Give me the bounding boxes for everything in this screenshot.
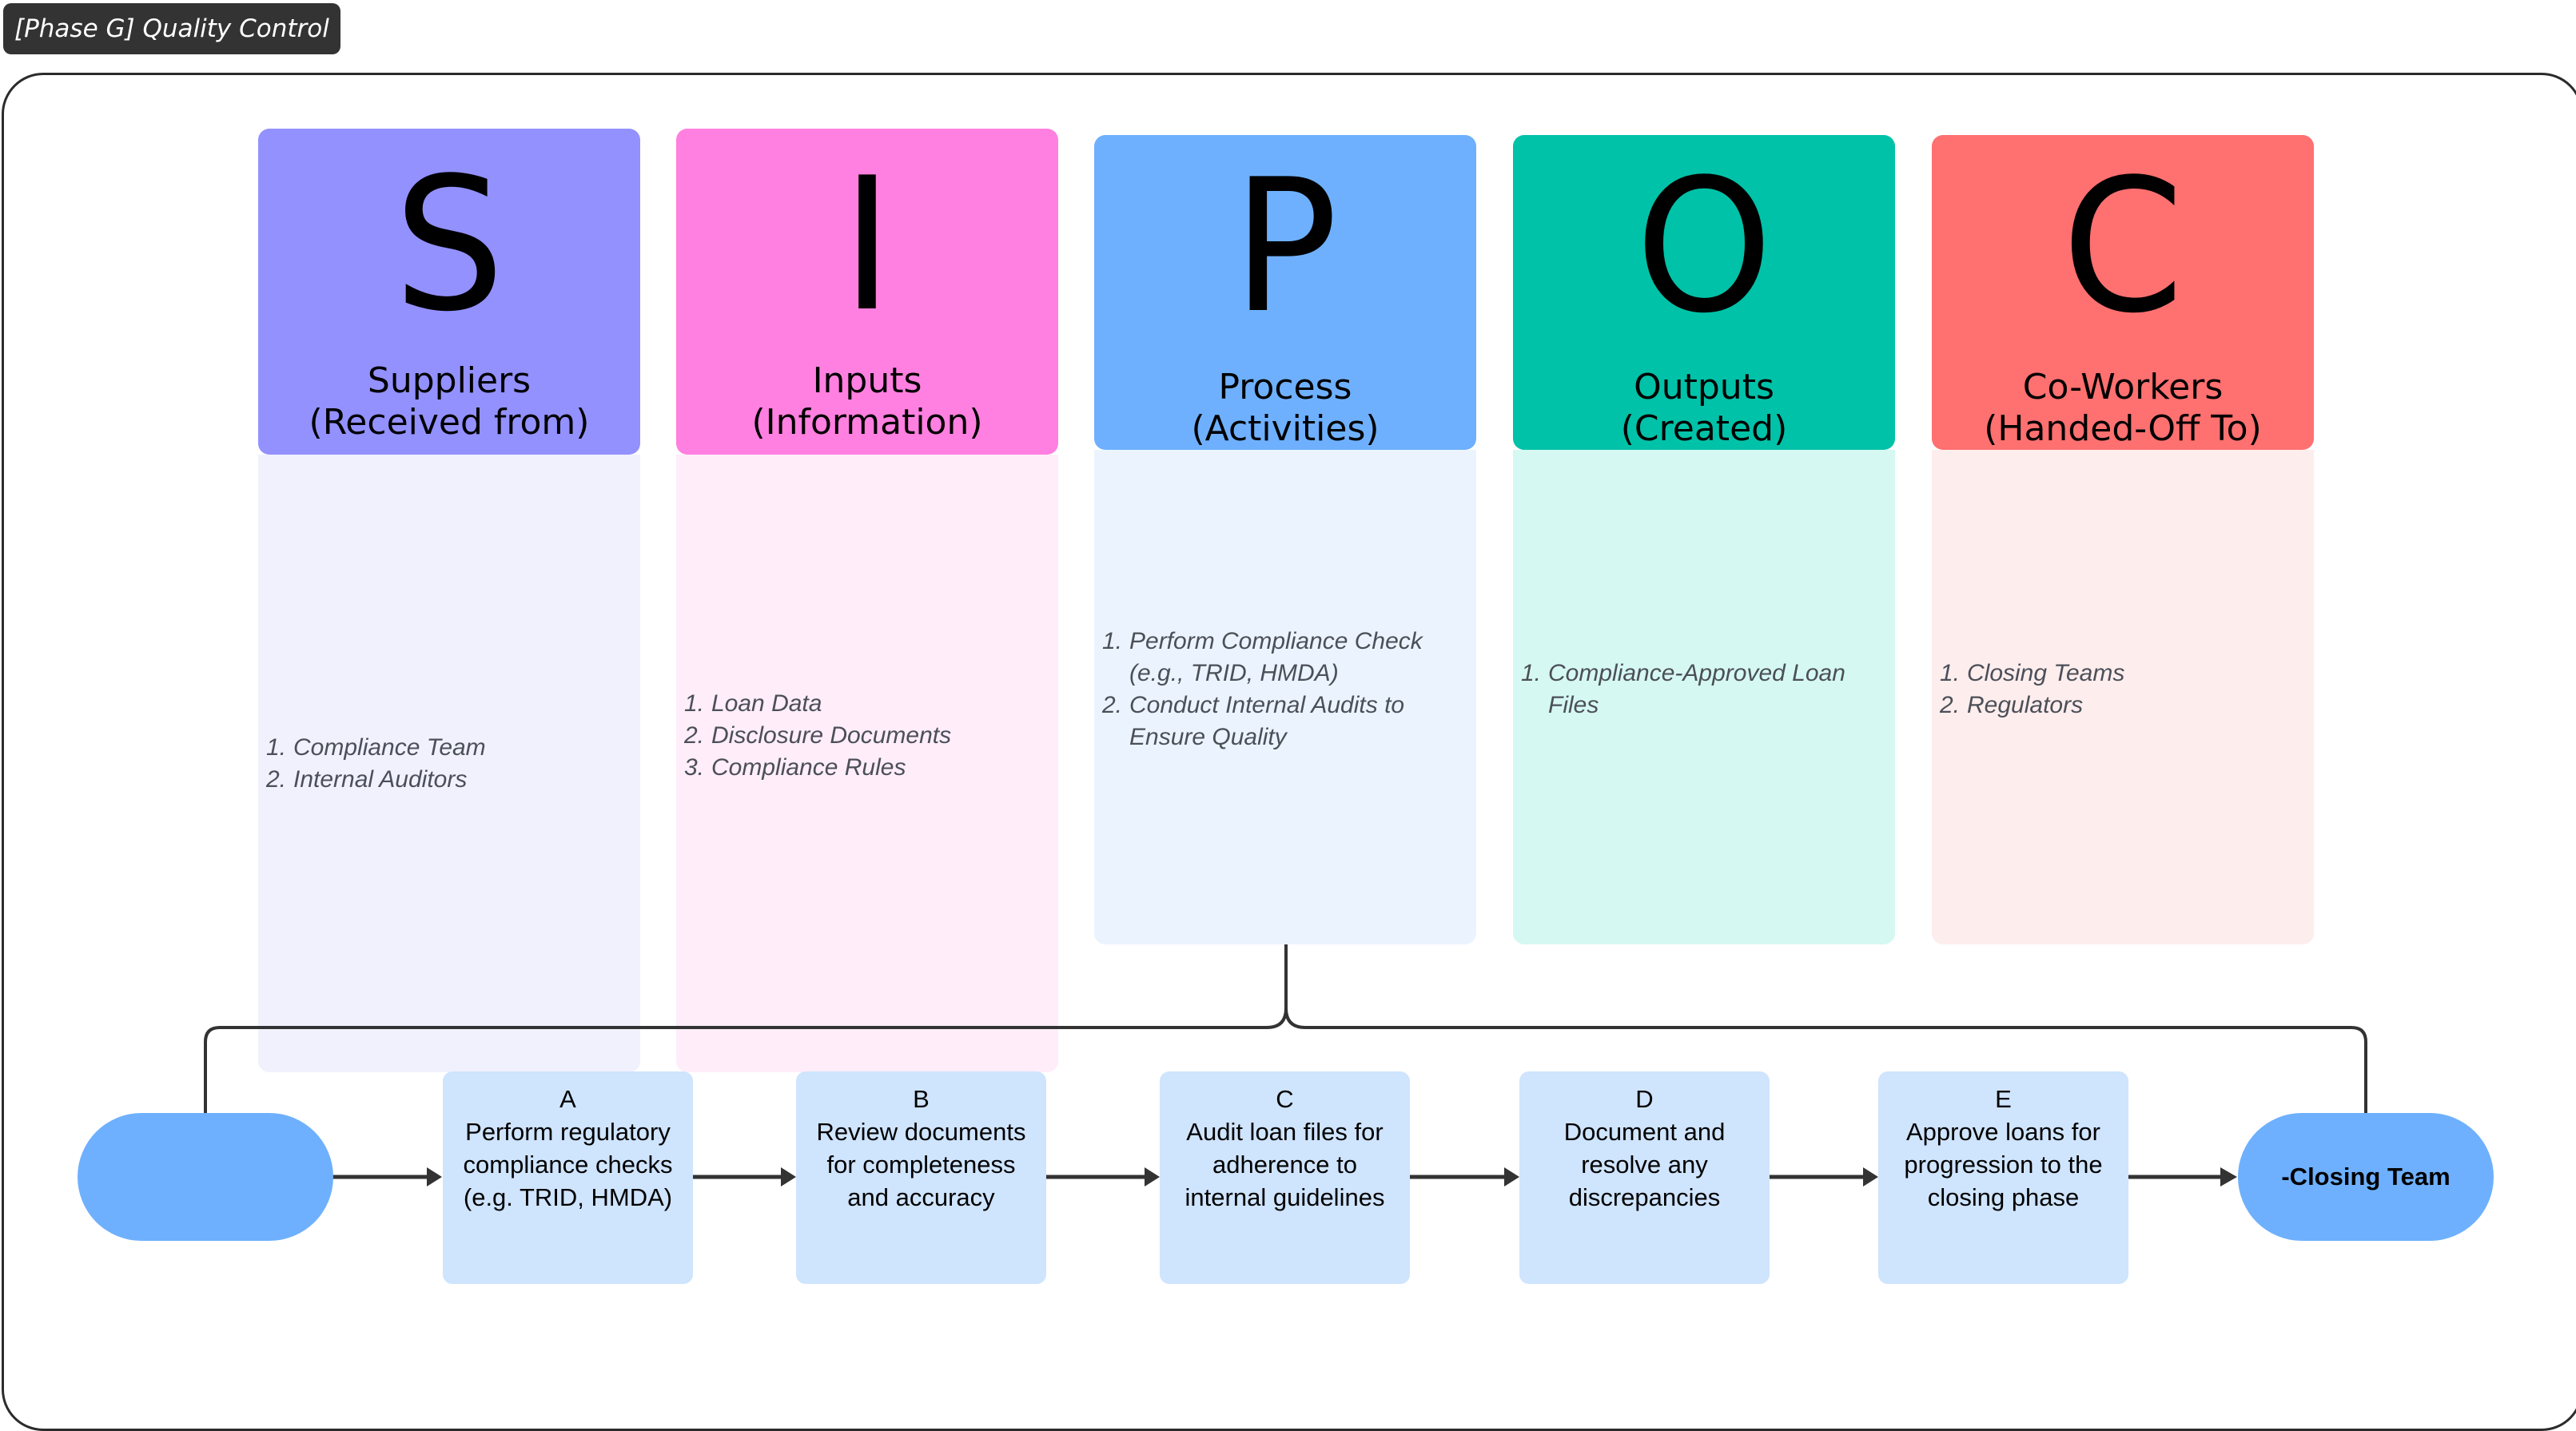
column-label-line2: (Handed-Off To) — [1984, 408, 2262, 449]
step-text: Approve loans for progression to the clo… — [1904, 1118, 2103, 1211]
column-label: Inputs (Information) — [676, 360, 1058, 443]
column-list: 1. Perform Compliance Check (e.g., TRID, … — [1094, 626, 1476, 753]
column-header: C Co-Workers (Handed-Off To) — [1932, 135, 2314, 450]
column-letter: I — [841, 139, 894, 352]
list-item: 3. Compliance Rules — [684, 753, 906, 781]
column-label: Suppliers (Received from) — [258, 360, 640, 443]
column-label-line1: Co-Workers — [2022, 367, 2224, 407]
list-item: 1. Compliance-Approved Loan Files — [1521, 659, 1845, 718]
list-item: 1. Loan Data — [684, 690, 822, 717]
column-letter: C — [2061, 141, 2184, 354]
column-letter: P — [1232, 141, 1338, 354]
step-text: Document and resolve any discrepancies — [1563, 1118, 1726, 1211]
column-label-line1: Suppliers — [367, 360, 532, 401]
column-label-line1: Outputs — [1634, 367, 1774, 407]
list-item: 2. Disclosure Documents — [684, 721, 952, 749]
flow-start-terminal[interactable] — [78, 1113, 333, 1241]
column-label-line2: (Received from) — [309, 402, 590, 443]
flow-step-d[interactable]: D Document and resolve any discrepancies — [1519, 1071, 1770, 1284]
step-text: Audit loan files for adherence to intern… — [1184, 1118, 1385, 1211]
column-label-line2: (Activities) — [1191, 408, 1380, 449]
step-text: Perform regulatory compliance checks (e.… — [463, 1118, 673, 1211]
column-body: 1. Closing Teams 2. Regulators — [1932, 450, 2314, 944]
column-list: 1. Loan Data 2. Disclosure Documents 3. Com… — [676, 688, 1058, 784]
column-list: 1. Compliance-Approved Loan Files — [1513, 658, 1895, 721]
column-label-line1: Inputs — [812, 360, 922, 401]
column-letter: O — [1634, 141, 1773, 354]
list-item: 1. Closing Teams — [1940, 659, 2125, 686]
step-id: E — [1995, 1085, 2012, 1113]
flow-step-b[interactable]: B Review documents for completeness and … — [796, 1071, 1046, 1284]
step-id: A — [559, 1085, 576, 1113]
flow-end-terminal[interactable]: -Closing Team — [2238, 1113, 2494, 1241]
step-text: Review documents for completeness and ac… — [816, 1118, 1026, 1211]
step-id: D — [1635, 1085, 1654, 1113]
column-label-line1: Process — [1218, 367, 1352, 407]
list-item: 1. Compliance Team — [266, 733, 486, 761]
column-letter: S — [393, 139, 505, 352]
flow-step-c[interactable]: C Audit loan files for adherence to inte… — [1160, 1071, 1410, 1284]
column-header: P Process (Activities) — [1094, 135, 1476, 450]
column-body: 1. Perform Compliance Check (e.g., TRID, … — [1094, 450, 1476, 944]
list-item: 2. Conduct Internal Audits to Ensure Qual… — [1102, 691, 1405, 750]
column-header: I Inputs (Information) — [676, 129, 1058, 455]
column-label: Outputs (Created) — [1513, 367, 1895, 450]
column-label: Co-Workers (Handed-Off To) — [1932, 367, 2314, 450]
diagram-title: [Phase G] Quality Control — [3, 3, 340, 54]
column-body: 1. Loan Data 2. Disclosure Documents 3. Com… — [676, 455, 1058, 1072]
column-list: 1. Compliance Team 2. Internal Auditors — [258, 732, 640, 796]
list-item: 2. Regulators — [1940, 691, 2084, 718]
column-list: 1. Closing Teams 2. Regulators — [1932, 658, 2314, 721]
column-label-line2: (Created) — [1620, 408, 1788, 449]
list-item: 2. Internal Auditors — [266, 765, 468, 793]
column-body: 1. Compliance-Approved Loan Files — [1513, 450, 1895, 944]
list-item: 1. Perform Compliance Check (e.g., TRID, … — [1102, 627, 1423, 686]
column-header: O Outputs (Created) — [1513, 135, 1895, 450]
column-label-line2: (Information) — [751, 402, 983, 443]
flow-step-e[interactable]: E Approve loans for progression to the c… — [1878, 1071, 2128, 1284]
column-header: S Suppliers (Received from) — [258, 129, 640, 455]
step-id: C — [1276, 1085, 1294, 1113]
column-body: 1. Compliance Team 2. Internal Auditors — [258, 455, 640, 1072]
flow-step-a[interactable]: A Perform regulatory compliance checks (… — [443, 1071, 693, 1284]
column-label: Process (Activities) — [1094, 367, 1476, 450]
step-id: B — [913, 1085, 930, 1113]
